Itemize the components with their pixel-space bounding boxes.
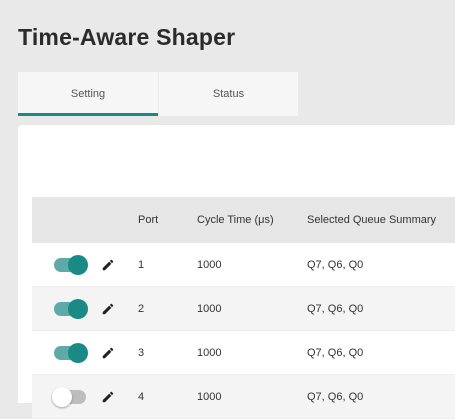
table-row: 2 1000 Q7, Q6, Q0 — [32, 287, 455, 331]
table-header: Port Cycle Time (μs) Selected Queue Summ… — [32, 197, 455, 243]
toggle-knob — [68, 342, 88, 363]
header-cycle-time: Cycle Time (μs) — [197, 214, 274, 226]
pencil-icon[interactable] — [100, 257, 116, 273]
toggle-knob — [52, 386, 72, 407]
pencil-icon[interactable] — [100, 301, 116, 317]
cell-cycle-time: 1000 — [197, 302, 222, 315]
cell-cycle-time: 1000 — [197, 390, 222, 403]
enable-toggle[interactable] — [54, 254, 88, 275]
row-controls — [32, 254, 138, 275]
tab-setting[interactable]: Setting — [18, 72, 158, 116]
cell-queue-summary: Q7, Q6, Q0 — [307, 302, 364, 315]
cell-cycle-time: 1000 — [197, 346, 222, 359]
cell-queue-summary: Q7, Q6, Q0 — [307, 346, 364, 359]
cell-queue-summary: Q7, Q6, Q0 — [307, 258, 364, 271]
cell-port: 2 — [138, 302, 145, 315]
tas-table: Port Cycle Time (μs) Selected Queue Summ… — [32, 197, 455, 419]
row-controls — [32, 298, 138, 319]
table-row: 3 1000 Q7, Q6, Q0 — [32, 331, 455, 375]
pencil-icon[interactable] — [100, 345, 116, 361]
row-controls — [32, 342, 138, 363]
header-port: Port — [138, 214, 159, 226]
row-controls — [32, 386, 138, 407]
enable-toggle[interactable] — [54, 298, 88, 319]
enable-toggle[interactable] — [54, 342, 88, 363]
cell-queue-summary: Q7, Q6, Q0 — [307, 390, 364, 403]
tab-bar: Setting Status — [18, 72, 298, 116]
tab-status[interactable]: Status — [158, 72, 298, 116]
toggle-knob — [68, 298, 88, 319]
page-title: Time-Aware Shaper — [18, 24, 236, 50]
cell-port: 1 — [138, 258, 145, 271]
toggle-knob — [68, 254, 88, 275]
enable-toggle[interactable] — [52, 386, 86, 407]
cell-port: 3 — [138, 346, 145, 359]
pencil-icon[interactable] — [100, 389, 116, 405]
cell-cycle-time: 1000 — [197, 258, 222, 271]
table-row: 1 1000 Q7, Q6, Q0 — [32, 243, 455, 287]
header-queue-summary: Selected Queue Summary — [307, 214, 437, 226]
table-row: 4 1000 Q7, Q6, Q0 — [32, 375, 455, 419]
cell-port: 4 — [138, 390, 145, 403]
